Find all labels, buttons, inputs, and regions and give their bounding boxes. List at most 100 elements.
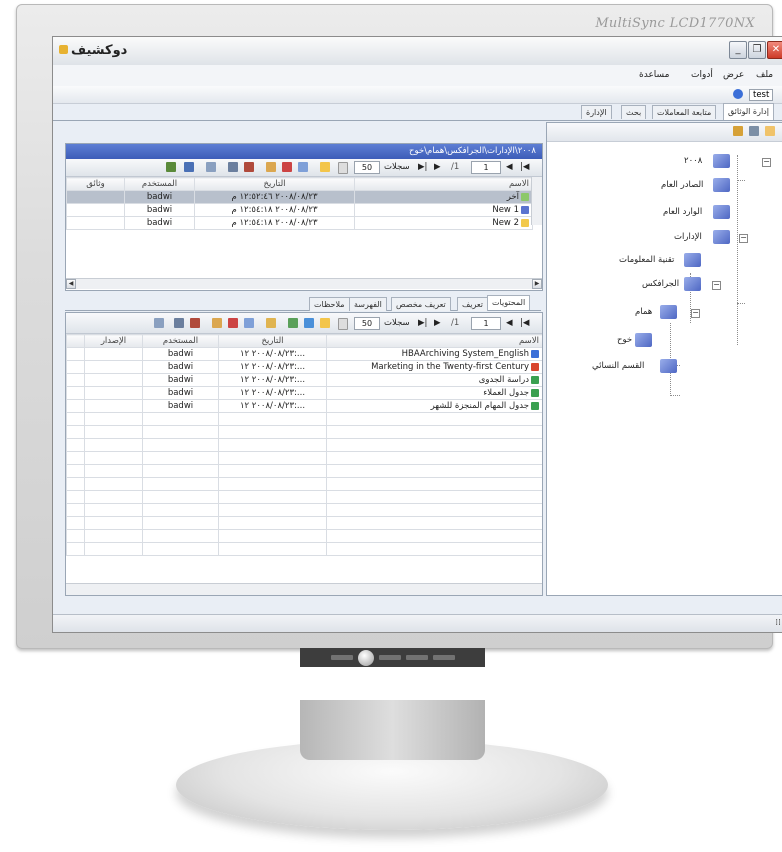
table-row[interactable]: badwi ٢٠٠٨/٠٨/٢٣ ١٢:٥٤:١٨ م New 2 <box>66 216 533 230</box>
dropdown-icon[interactable] <box>338 318 348 330</box>
tree-item-it[interactable]: تقنية المعلومات <box>619 255 674 265</box>
horizontal-scrollbar[interactable]: ◀ ▶ <box>66 278 542 289</box>
scan-icon[interactable] <box>304 318 314 328</box>
tree-item-departments[interactable]: الإدارات <box>674 232 702 242</box>
menu-help[interactable]: مساعدة <box>639 70 669 80</box>
table-row[interactable]: badwi ٢٠٠٨/٠٨/٢٣ ١٢:٥٤:١٨ م New 1 <box>66 203 533 217</box>
folder-icon <box>713 154 730 168</box>
print-icon[interactable] <box>228 162 238 172</box>
tree-expander[interactable]: − <box>762 158 771 167</box>
column-date[interactable]: التاريخ <box>194 177 355 191</box>
last-record-icon[interactable]: ▶| <box>418 162 427 172</box>
tree-item-root[interactable]: ٢٠٠٨ <box>684 156 702 166</box>
column-docs[interactable]: وثائق <box>66 177 125 191</box>
view-icon[interactable] <box>154 318 164 328</box>
move-icon[interactable] <box>749 126 759 136</box>
minimize-icon[interactable]: _ <box>729 41 747 59</box>
tree-item-outgoing[interactable]: الصادر العام <box>661 180 703 190</box>
table-row[interactable]: badwi ٢٠٠٨/٠٨/٢٣ ١٢:٥٢:٤٦ م آخر <box>66 190 533 204</box>
properties-icon[interactable] <box>733 126 743 136</box>
tab-notes[interactable]: ملاحظات <box>309 297 350 311</box>
maximize-icon[interactable]: ❐ <box>748 41 766 59</box>
column-date[interactable]: التاريخ <box>218 334 327 348</box>
cell-docs <box>66 216 125 230</box>
column-user[interactable]: المستخدم <box>142 334 219 348</box>
close-icon[interactable]: ✕ <box>767 41 782 59</box>
tree-item-khawh[interactable]: خوح <box>617 335 632 345</box>
tab-search[interactable]: بحث <box>621 105 647 119</box>
refresh-icon[interactable] <box>288 318 298 328</box>
monitor-neck <box>300 700 485 760</box>
delete-icon[interactable] <box>190 318 200 328</box>
column-user[interactable]: المستخدم <box>124 177 195 191</box>
last-record-icon[interactable]: ▶| <box>418 318 427 328</box>
table-row[interactable]: badwi ٢٠٠٨/٠٨/٢٣ ١٢:... Marketing in the… <box>66 360 542 374</box>
delete-icon[interactable] <box>244 162 254 172</box>
cell-docs <box>66 190 125 204</box>
tree-expander[interactable]: − <box>739 234 748 243</box>
next-record-icon[interactable]: ▶ <box>434 318 441 328</box>
table-row[interactable]: badwi ٢٠٠٨/٠٨/٢٣ ١٢:... دراسة الجدوى <box>66 373 542 387</box>
menu-view[interactable]: عرض <box>723 70 744 80</box>
prev-record-icon[interactable]: ◀ <box>506 162 513 172</box>
tree-expander[interactable]: − <box>691 309 700 318</box>
new-icon[interactable] <box>320 318 330 328</box>
tree-item-incoming[interactable]: الوارد العام <box>663 207 702 217</box>
dropdown-icon[interactable] <box>338 162 348 174</box>
cut-icon[interactable] <box>228 318 238 328</box>
table-row[interactable]: badwi ٢٠٠٨/٠٨/٢٣ ١٢:... جدول المهام المن… <box>66 399 542 413</box>
view-icon[interactable] <box>206 162 216 172</box>
excel-icon <box>531 401 539 410</box>
first-record-icon[interactable]: |◀ <box>520 318 529 328</box>
tab-indexing[interactable]: الفهرسة <box>349 297 387 311</box>
table-row[interactable]: badwi ٢٠٠٨/٠٨/٢٣ ١٢:... HBAArchiving Sys… <box>66 347 542 361</box>
move-icon[interactable] <box>184 162 194 172</box>
excel-icon <box>531 388 539 397</box>
paste-icon[interactable] <box>266 162 276 172</box>
tab-transactions[interactable]: متابعة المعاملات <box>652 105 717 119</box>
vertical-scrollbar[interactable] <box>531 177 542 225</box>
prev-record-icon[interactable]: ◀ <box>506 318 513 328</box>
copy-icon[interactable] <box>298 162 308 172</box>
record-position-input[interactable]: 1 <box>471 317 501 330</box>
sort-icon[interactable] <box>166 162 176 172</box>
menu-tools[interactable]: أدوات <box>691 70 713 80</box>
horizontal-scrollbar[interactable] <box>66 583 542 595</box>
first-record-icon[interactable]: |◀ <box>520 162 529 172</box>
tab-contents[interactable]: المحتويات <box>487 295 531 310</box>
folder-icon <box>713 205 730 219</box>
new-folder-icon[interactable] <box>765 126 775 136</box>
next-record-icon[interactable]: ▶ <box>434 162 441 172</box>
record-position-input[interactable]: 1 <box>471 161 501 174</box>
tab-custom-definition[interactable]: تعريف مخصص <box>391 297 451 311</box>
help-icon[interactable] <box>733 89 743 99</box>
page-size-input[interactable]: 50 <box>354 317 380 330</box>
power-button-icon <box>357 649 374 666</box>
column-name[interactable]: الاسم <box>326 334 542 348</box>
new-icon[interactable] <box>320 162 330 172</box>
main-tabs: إدارة الوثائق متابعة المعاملات بحث الإدا… <box>53 103 782 121</box>
word-doc-icon <box>531 349 539 358</box>
tree-item-graphics[interactable]: الجرافكس <box>642 279 679 289</box>
tree-item-hammam[interactable]: همام <box>635 307 652 317</box>
user-box[interactable]: test <box>749 89 774 101</box>
page-size-input[interactable]: 50 <box>354 161 380 174</box>
cut-icon[interactable] <box>282 162 292 172</box>
monitor-button <box>378 655 401 660</box>
tab-definition[interactable]: تعريف <box>457 297 489 311</box>
column-name[interactable]: الاسم <box>354 177 533 191</box>
scroll-right-icon[interactable]: ▶ <box>532 279 542 289</box>
copy-icon[interactable] <box>244 318 254 328</box>
resize-grip-icon[interactable]: ⁞⁞ <box>775 618 781 628</box>
table-row[interactable]: badwi ٢٠٠٨/٠٨/٢٣ ١٢:... جدول العملاء <box>66 386 542 400</box>
menu-file[interactable]: ملف <box>756 70 773 80</box>
open-icon[interactable] <box>266 318 276 328</box>
scroll-left-icon[interactable]: ◀ <box>66 279 76 289</box>
tab-document-management[interactable]: إدارة الوثائق <box>723 103 774 120</box>
paste-icon[interactable] <box>212 318 222 328</box>
print-icon[interactable] <box>174 318 184 328</box>
tab-administration[interactable]: الإدارة <box>581 105 612 119</box>
tree-expander[interactable]: − <box>712 281 721 290</box>
tree-item-women-section[interactable]: القسم النسائي <box>592 361 644 371</box>
column-version[interactable]: الإصدار <box>84 334 143 348</box>
